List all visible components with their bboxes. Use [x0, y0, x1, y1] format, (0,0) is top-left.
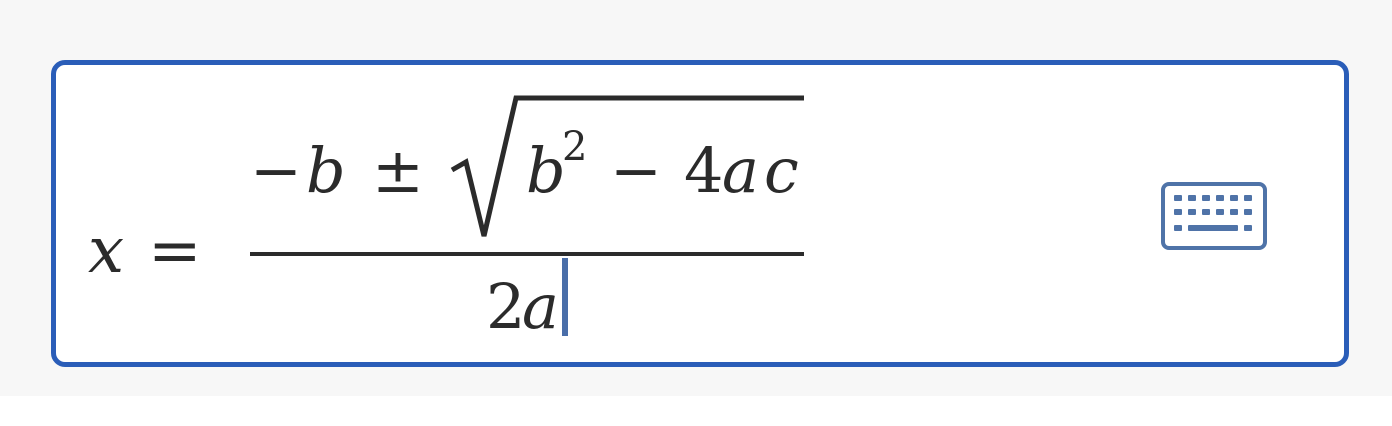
keyboard-icon [1161, 182, 1267, 250]
math-input-field[interactable] [51, 60, 1349, 367]
text-caret [562, 258, 568, 336]
virtual-keyboard-toggle[interactable] [1160, 181, 1268, 251]
